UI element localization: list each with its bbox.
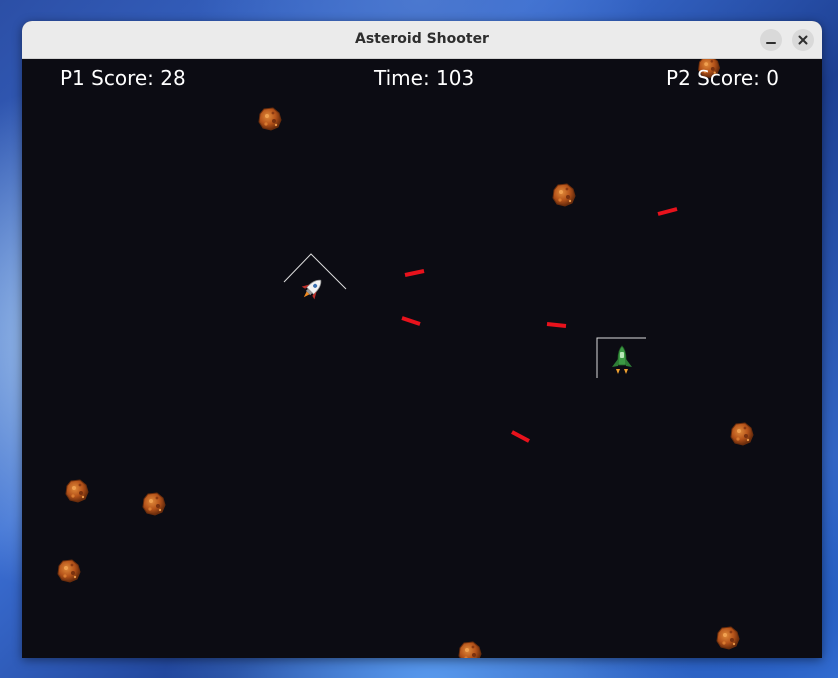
asteroid-icon [458, 641, 482, 658]
minimize-button[interactable] [760, 29, 782, 51]
player2-ship [596, 337, 646, 378]
asteroid-icon [142, 492, 166, 516]
window-title: Asteroid Shooter [355, 31, 489, 47]
asteroid-icon [57, 559, 81, 583]
minimize-icon [766, 42, 776, 44]
asteroid-icon [258, 107, 282, 131]
game-window: Asteroid Shooter P1 Score: 28 Time: 103 … [22, 21, 822, 658]
playfield [57, 59, 754, 658]
asteroid-icon [65, 479, 89, 503]
game-canvas[interactable]: P1 Score: 28 Time: 103 P2 Score: 0 [22, 59, 822, 658]
rocket-ship-icon [301, 279, 322, 300]
laser-bolts [401, 207, 678, 443]
laser-bolt-icon [546, 322, 567, 328]
asteroid-icon [552, 183, 576, 207]
close-icon [798, 35, 808, 45]
asteroid-icon [716, 626, 740, 650]
title-bar[interactable]: Asteroid Shooter [22, 21, 822, 59]
player2-score: P2 Score: 0 [666, 66, 779, 90]
green-fighter-ship-icon [612, 345, 632, 374]
player1-ship [283, 253, 347, 300]
asteroid-icon [730, 422, 754, 446]
laser-bolt-icon [511, 430, 530, 443]
laser-bolt-icon [404, 269, 425, 277]
close-button[interactable] [792, 29, 814, 51]
game-timer: Time: 103 [374, 66, 475, 90]
laser-bolt-icon [401, 316, 421, 326]
player1-score: P1 Score: 28 [60, 66, 186, 90]
desktop-background: Asteroid Shooter P1 Score: 28 Time: 103 … [0, 0, 838, 678]
laser-bolt-icon [657, 207, 678, 216]
